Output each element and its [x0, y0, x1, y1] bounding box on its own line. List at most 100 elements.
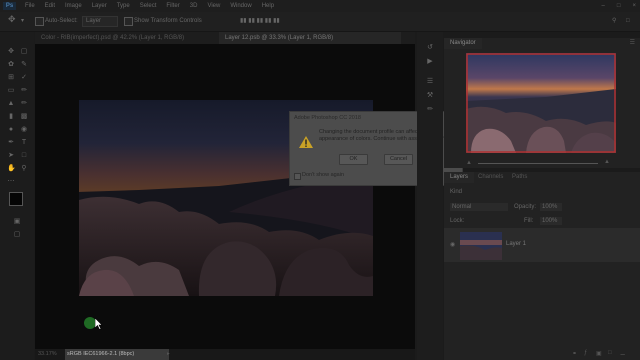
- align-icons[interactable]: ▮▮ ▮▮ ▮▮ ▮▮ ▮▮: [240, 17, 280, 26]
- history-icon[interactable]: ↺: [426, 44, 434, 52]
- lock-label: Lock:: [450, 218, 465, 224]
- move-tool-icon[interactable]: ✥: [7, 48, 15, 56]
- auto-select-label: Auto-Select:: [45, 18, 78, 24]
- screen-mode-icon[interactable]: ▢: [13, 231, 21, 239]
- layer-row[interactable]: ◉ Layer 1: [444, 228, 640, 262]
- mouse-cursor-icon: [95, 318, 103, 330]
- document-profile[interactable]: sRGB IEC61966-2.1 (8bpc): [65, 349, 169, 360]
- menu-help[interactable]: Help: [257, 0, 279, 12]
- chevron-down-icon[interactable]: ▾: [21, 17, 24, 26]
- menu-file[interactable]: File: [20, 0, 40, 12]
- status-bar: 33.17% sRGB IEC61966-2.1 (8bpc) ▸: [35, 349, 415, 360]
- pen-tool-icon[interactable]: ✒: [7, 139, 15, 147]
- properties-icon[interactable]: ⚒: [426, 92, 434, 100]
- layer-name[interactable]: Layer 1: [506, 241, 526, 247]
- warning-icon: [299, 136, 313, 148]
- clone-stamp-icon[interactable]: ▲: [7, 100, 15, 108]
- menu-select[interactable]: Select: [135, 0, 162, 12]
- eraser-tool-icon[interactable]: ▮: [7, 113, 15, 121]
- brush-tool-icon[interactable]: ✏: [20, 87, 28, 95]
- tab-layer-12-psb[interactable]: Layer 12.psb @ 33.3% (Layer 1, RGB/8): [219, 32, 401, 44]
- hand-tool-icon[interactable]: ✋: [7, 165, 16, 173]
- dodge-tool-icon[interactable]: ◉: [20, 126, 28, 134]
- panel-menu-icon[interactable]: ☰: [630, 39, 635, 46]
- window-controls: – □ ×: [602, 0, 636, 12]
- zoom-out-icon[interactable]: ▲: [466, 160, 472, 166]
- close-icon[interactable]: ×: [632, 0, 636, 12]
- move-tool-icon[interactable]: ✥: [8, 15, 16, 24]
- tab-color-psd[interactable]: Color - RIB(imperfect).psd @ 42.2% (Laye…: [35, 32, 219, 44]
- options-bar: ✥ ▾ Auto-Select: Layer Show Transform Co…: [0, 12, 640, 32]
- layers-footer: ⚭ ƒ ▣ □ ⚊: [444, 348, 640, 360]
- minimize-icon[interactable]: –: [602, 0, 605, 12]
- tools-panel: ✥ ▢ ✿ ✎ ⊞ ✓ ▭ ✏ ▲ ✏ ▮ ▩ ● ◉ ✒ T ➤ □ ✋ ⚲ …: [0, 32, 34, 360]
- zoom-in-icon[interactable]: ▲: [604, 159, 610, 165]
- menu-type[interactable]: Type: [112, 0, 135, 12]
- tab-layers[interactable]: Layers: [444, 172, 475, 183]
- crop-tool-icon[interactable]: ⊞: [7, 74, 15, 82]
- artboard-tool-icon[interactable]: ▢: [20, 48, 28, 56]
- zoom-tool-icon[interactable]: ⚲: [20, 165, 28, 173]
- layer-thumbnail: [460, 232, 502, 260]
- show-transform-checkbox[interactable]: [124, 17, 133, 26]
- status-arrow-icon[interactable]: ▸: [167, 349, 170, 360]
- filter-kind-label[interactable]: Kind: [450, 189, 462, 195]
- fill-input[interactable]: 100%: [540, 217, 562, 225]
- eye-icon[interactable]: ◉: [450, 241, 455, 248]
- history-brush-icon[interactable]: ✏: [20, 100, 28, 108]
- menu-edit[interactable]: Edit: [40, 0, 60, 12]
- rectangle-tool-icon[interactable]: □: [20, 152, 28, 160]
- trash-icon[interactable]: ⚊: [620, 350, 625, 357]
- brush-settings-icon[interactable]: ✏: [426, 106, 434, 114]
- menu-layer[interactable]: Layer: [87, 0, 112, 12]
- navigator-thumbnail[interactable]: [466, 53, 616, 153]
- fill-label: Fill:: [524, 218, 534, 224]
- blend-mode-select[interactable]: Normal: [450, 203, 508, 211]
- show-transform-label: Show Transform Controls: [134, 18, 202, 24]
- menu-bar: Ps File Edit Image Layer Type Select Fil…: [0, 0, 640, 12]
- foreground-color-swatch[interactable]: [9, 192, 23, 206]
- menu-view[interactable]: View: [202, 0, 225, 12]
- auto-select-dropdown[interactable]: Layer: [82, 16, 118, 27]
- photoshop-logo: Ps: [3, 2, 16, 10]
- search-icon[interactable]: ⚲: [612, 17, 616, 26]
- zoom-level[interactable]: 33.17%: [38, 349, 57, 360]
- lasso-tool-icon[interactable]: ✿: [7, 61, 15, 69]
- quick-select-icon[interactable]: ✎: [20, 61, 28, 69]
- type-tool-icon[interactable]: T: [20, 139, 28, 147]
- adjustments-icon[interactable]: ☰: [426, 78, 434, 86]
- dont-show-again-label: Don't show again: [302, 172, 345, 178]
- tab-channels[interactable]: Channels: [472, 172, 509, 183]
- blur-tool-icon[interactable]: ●: [7, 126, 15, 134]
- dialog-title: Adobe Photoshop CC 2018: [294, 115, 361, 121]
- document-tabs: Color - RIB(imperfect).psd @ 42.2% (Laye…: [35, 32, 415, 44]
- menu-window[interactable]: Window: [225, 0, 256, 12]
- actions-icon[interactable]: ▶: [426, 58, 434, 66]
- dont-show-again-checkbox[interactable]: [294, 173, 301, 180]
- tab-paths[interactable]: Paths: [506, 172, 533, 183]
- quick-mask-icon[interactable]: ▣: [13, 218, 21, 226]
- zoom-slider[interactable]: [478, 163, 598, 164]
- menu-filter[interactable]: Filter: [161, 0, 184, 12]
- more-tools-icon[interactable]: ⋯: [7, 178, 15, 186]
- menu-3d[interactable]: 3D: [185, 0, 203, 12]
- cancel-button[interactable]: Cancel: [384, 154, 413, 165]
- layers-panel: Layers Channels Paths Kind Normal Opacit…: [444, 172, 640, 360]
- path-select-icon[interactable]: ➤: [7, 152, 15, 160]
- ok-button[interactable]: OK: [339, 154, 368, 165]
- healing-brush-icon[interactable]: ▭: [7, 87, 15, 95]
- link-icon[interactable]: ⚭: [572, 350, 577, 357]
- opacity-input[interactable]: 100%: [540, 203, 562, 211]
- menu-image[interactable]: Image: [60, 0, 87, 12]
- new-layer-icon[interactable]: □: [608, 350, 612, 356]
- eyedropper-icon[interactable]: ✓: [20, 74, 28, 82]
- fx-icon[interactable]: ƒ: [584, 350, 587, 356]
- auto-select-checkbox[interactable]: [35, 17, 44, 26]
- mask-icon[interactable]: ▣: [596, 350, 602, 357]
- tab-navigator[interactable]: Navigator: [444, 38, 482, 49]
- maximize-icon[interactable]: □: [617, 0, 621, 12]
- opacity-label: Opacity:: [514, 204, 537, 210]
- menu-items: File Edit Image Layer Type Select Filter…: [20, 0, 279, 12]
- workspace-icon[interactable]: □: [626, 17, 630, 26]
- gradient-tool-icon[interactable]: ▩: [20, 113, 28, 121]
